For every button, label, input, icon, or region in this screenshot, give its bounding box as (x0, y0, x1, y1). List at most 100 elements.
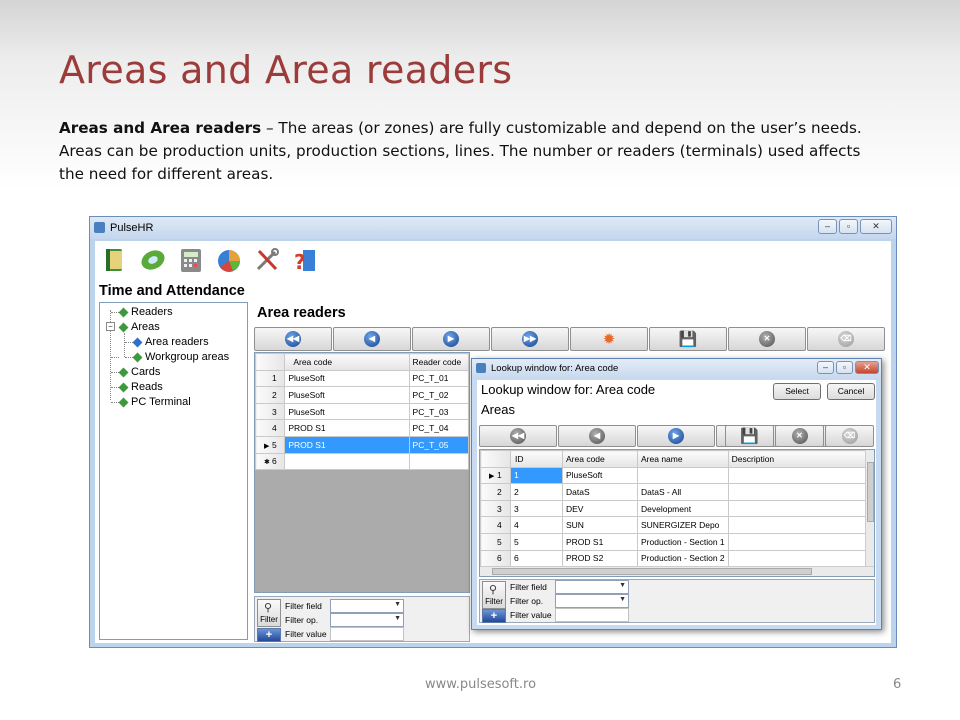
cell-description[interactable] (727, 466, 869, 485)
tree-item-reads[interactable]: Reads (118, 380, 163, 394)
row-header[interactable]: 3 (255, 402, 286, 421)
row-header[interactable]: 1 (255, 369, 286, 388)
row-header[interactable]: 2 (480, 483, 511, 501)
column-header-area-code[interactable]: Area code (562, 450, 638, 468)
minimize-button[interactable]: ‒ (818, 219, 837, 234)
cell-area-name[interactable]: DataS - All (637, 483, 729, 501)
table-row[interactable]: 2 2 DataS DataS - All (480, 483, 869, 501)
scroll-thumb[interactable] (867, 462, 874, 522)
dialog-cancel-record-button[interactable]: ✕ (775, 425, 824, 447)
dialog-delete-button[interactable]: ⌫ (825, 425, 874, 447)
dialog-next-button[interactable]: ▶ (637, 425, 715, 447)
row-header[interactable]: 2 (255, 386, 286, 404)
dialog-filter-field-select[interactable] (555, 580, 629, 594)
cell-area-code[interactable]: PROD S2 (562, 549, 638, 568)
row-header[interactable]: 3 (480, 499, 511, 518)
cancel-button[interactable]: Cancel (827, 383, 875, 400)
collapse-toggle[interactable]: − (106, 322, 115, 331)
cell-area-name[interactable]: Production - Section 1 (637, 532, 729, 551)
delete-button[interactable]: ⌫ (807, 327, 885, 351)
cell-area-code[interactable]: PluseSoft (284, 369, 410, 388)
tree-item-area-readers[interactable]: Area readers (132, 335, 209, 349)
close-window-button[interactable]: ✕ (860, 219, 892, 234)
table-row[interactable]: 3 PluseSoft PC_T_03 (255, 402, 469, 421)
cell-area-code[interactable]: DataS (562, 483, 638, 501)
hscroll-thumb[interactable] (492, 568, 812, 575)
cell-reader-code[interactable]: PC_T_01 (408, 369, 469, 388)
first-record-button[interactable]: ◀◀ (254, 327, 332, 351)
tools-icon[interactable] (252, 245, 282, 275)
table-row[interactable]: 4 PROD S1 PC_T_04 (255, 419, 469, 437)
refresh-button[interactable]: ✹ (570, 327, 648, 351)
column-header-area-name[interactable]: Area name (637, 450, 729, 468)
add-filter-button[interactable]: + (257, 628, 281, 642)
cell-area-name[interactable]: Production - Section 2 (637, 549, 729, 568)
column-header-description[interactable]: Description (727, 450, 869, 468)
tree-item-areas[interactable]: Areas (118, 320, 160, 334)
cell-id[interactable]: 1 (510, 466, 563, 485)
pie-chart-icon[interactable] (214, 245, 244, 275)
cell-area-code[interactable]: PluseSoft (284, 402, 410, 421)
table-row[interactable]: 4 4 SUN SUNERGIZER Depo (480, 516, 869, 534)
row-header[interactable]: 6 (480, 549, 511, 568)
column-header-area-code[interactable]: Area code (284, 353, 410, 371)
column-header-id[interactable]: ID (510, 450, 563, 468)
cell-reader-code[interactable] (408, 452, 469, 471)
dialog-previous-button[interactable]: ◀ (558, 425, 636, 447)
cell-description[interactable] (727, 499, 869, 518)
cell-area-code[interactable]: PROD S1 (284, 435, 410, 454)
dialog-filter-op-select[interactable] (555, 594, 629, 608)
tree-item-cards[interactable]: Cards (118, 365, 160, 379)
dialog-add-filter-button[interactable]: + (482, 609, 506, 623)
cell-reader-code[interactable]: PC_T_05 (408, 435, 469, 454)
select-button[interactable]: Select (773, 383, 821, 400)
cell-id[interactable]: 2 (510, 483, 563, 501)
cell-description[interactable] (727, 549, 869, 568)
tree-item-readers[interactable]: Readers (118, 305, 173, 319)
cell-reader-code[interactable]: PC_T_02 (408, 386, 469, 404)
dialog-close-button[interactable]: ✕ (855, 361, 879, 374)
cell-description[interactable] (727, 516, 869, 534)
row-header[interactable]: ▶ 1 (480, 466, 511, 485)
tree-item-workgroup-areas[interactable]: Workgroup areas (132, 350, 229, 364)
cell-area-code[interactable]: DEV (562, 499, 638, 518)
dialog-save-button[interactable]: 💾 (725, 425, 774, 447)
cell-reader-code[interactable]: PC_T_03 (408, 402, 469, 421)
book-icon[interactable] (100, 245, 130, 275)
cell-description[interactable] (727, 532, 869, 551)
cell-area-name[interactable] (637, 466, 729, 485)
save-button[interactable]: 💾 (649, 327, 727, 351)
cell-area-name[interactable]: SUNERGIZER Depo (637, 516, 729, 534)
row-header[interactable]: 4 (255, 419, 286, 437)
table-row[interactable]: 2 PluseSoft PC_T_02 (255, 386, 469, 404)
calculator-icon[interactable] (176, 245, 206, 275)
cell-id[interactable]: 3 (510, 499, 563, 518)
filter-value-input[interactable] (330, 627, 404, 641)
cell-area-code[interactable] (284, 452, 410, 471)
next-record-button[interactable]: ▶ (412, 327, 490, 351)
cell-id[interactable]: 6 (510, 549, 563, 568)
dialog-first-button[interactable]: ◀◀ (479, 425, 557, 447)
dialog-filter-button[interactable]: ⚲ Filter (482, 581, 506, 609)
row-header[interactable]: ▶ 5 (255, 435, 286, 454)
dialog-maximize-button[interactable]: ▫ (836, 361, 853, 374)
maximize-button[interactable]: ▫ (839, 219, 858, 234)
table-row[interactable]: 6 6 PROD S2 Production - Section 2 (480, 549, 869, 568)
table-row[interactable]: ▶ 1 1 PluseSoft (480, 466, 869, 485)
column-header-reader-code[interactable]: Reader code (408, 353, 469, 371)
row-header[interactable]: 4 (480, 516, 511, 534)
dialog-minimize-button[interactable]: ‒ (817, 361, 834, 374)
filter-button[interactable]: ⚲ Filter (257, 599, 281, 627)
cell-id[interactable]: 4 (510, 516, 563, 534)
cell-area-code[interactable]: PluseSoft (562, 466, 638, 485)
cell-area-code[interactable]: PROD S1 (562, 532, 638, 551)
cd-icon[interactable] (138, 245, 168, 275)
row-header[interactable]: 5 (480, 532, 511, 551)
dialog-filter-value-input[interactable] (555, 608, 629, 622)
table-row[interactable]: 1 PluseSoft PC_T_01 (255, 369, 469, 388)
help-book-icon[interactable]: ? (290, 245, 320, 275)
cell-description[interactable] (727, 483, 869, 501)
cell-reader-code[interactable]: PC_T_04 (408, 419, 469, 437)
last-record-button[interactable]: ▶▶ (491, 327, 569, 351)
tree-item-pc-terminal[interactable]: PC Terminal (118, 395, 191, 409)
